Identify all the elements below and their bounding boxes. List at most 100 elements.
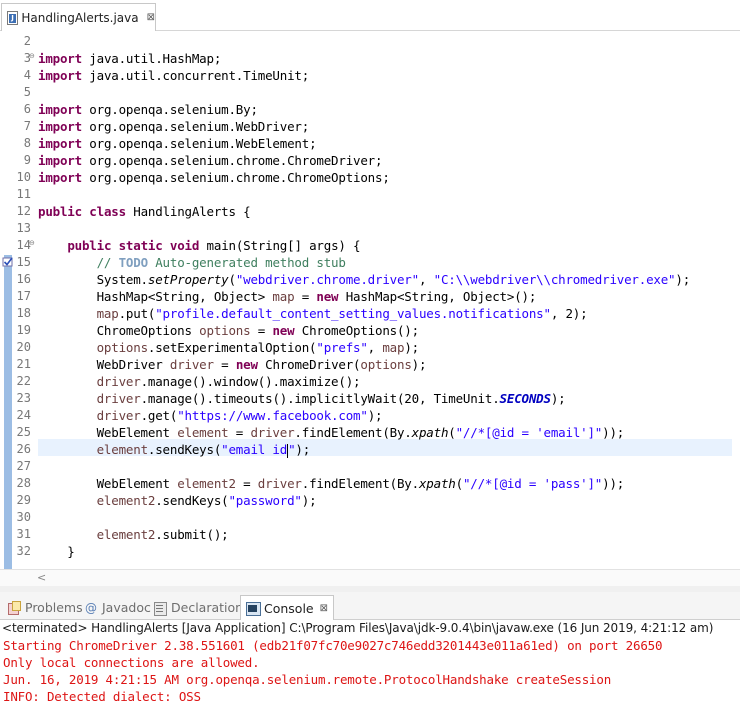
line-number: 15 — [16, 255, 31, 269]
code-line: driver.manage().timeouts().implicitlyWai… — [38, 390, 566, 407]
line-number: 32 — [16, 544, 31, 558]
code-token: import — [38, 153, 82, 168]
code-line: WebDriver driver = new ChromeDriver(opti… — [38, 356, 427, 373]
code-token: )); — [602, 476, 625, 491]
scroll-left-icon[interactable]: < — [37, 571, 46, 584]
line-number: 25 — [16, 425, 31, 439]
code-token: main(String[] args) { — [199, 238, 361, 253]
console-output[interactable]: <terminated> HandlingAlerts [Java Applic… — [0, 620, 740, 709]
code-token: org.openqa.selenium.WebElement; — [81, 136, 317, 151]
code-token: "//*[@id = 'pass']" — [462, 476, 603, 491]
horizontal-scrollbar[interactable]: < — [0, 569, 740, 586]
code-editor[interactable]: import java.util.HashMap; import java.uti… — [38, 31, 732, 569]
code-token: WebDriver — [38, 357, 170, 372]
console-line: Starting ChromeDriver 2.38.551601 (edb21… — [3, 638, 663, 653]
code-token: = — [228, 425, 251, 440]
code-token: "email id — [221, 442, 288, 457]
code-token: element — [177, 425, 229, 440]
code-token: import — [38, 51, 82, 66]
code-line: import org.openqa.selenium.WebElement; — [38, 135, 317, 152]
fold-icon[interactable]: ⊖ — [29, 48, 35, 65]
line-number: 18 — [16, 306, 31, 320]
code-line: import org.openqa.selenium.WebDriver; — [38, 118, 309, 135]
code-token: ); — [550, 391, 566, 406]
code-token: ChromeDriver( — [257, 357, 361, 372]
code-token: HashMap<String, Object>(); — [338, 289, 537, 304]
code-token: "prefs" — [316, 340, 368, 355]
tab-label: Problems — [25, 600, 83, 615]
code-token: import — [38, 68, 82, 83]
code-token: .sendKeys( — [155, 493, 229, 508]
code-token: org.openqa.selenium.By; — [81, 102, 258, 117]
code-token: .findElement(By. — [294, 425, 412, 440]
code-line: import java.util.HashMap; — [38, 50, 221, 67]
code-line: HashMap<String, Object> map = new HashMa… — [38, 288, 537, 305]
declaration-icon — [153, 601, 167, 616]
code-token: ); — [675, 272, 691, 287]
tab-javadoc[interactable]: @ Javadoc — [79, 595, 156, 620]
line-number: 19 — [16, 323, 31, 337]
ruler-marker — [4, 272, 12, 569]
code-token: class — [89, 204, 126, 219]
code-token: new — [272, 323, 295, 338]
code-token: ( — [448, 425, 456, 440]
code-line: element2.sendKeys("password"); — [38, 492, 317, 509]
code-line: } — [38, 543, 75, 560]
line-number: 27 — [16, 459, 31, 473]
code-line: import org.openqa.selenium.chrome.Chrome… — [38, 169, 390, 186]
code-token: element2 — [177, 476, 236, 491]
code-token: "//*[@id = 'email']" — [455, 425, 603, 440]
console-line: Jun. 16, 2019 4:21:15 AM org.openqa.sele… — [3, 672, 612, 687]
close-icon[interactable]: ⊠ — [147, 12, 155, 23]
code-line: driver.manage().window().maximize(); — [38, 373, 361, 390]
code-token: SECONDS — [499, 391, 551, 406]
java-file-icon: J — [7, 10, 18, 25]
code-line: public static void main(String[] args) { — [38, 237, 360, 254]
code-token: ); — [295, 442, 311, 457]
code-line: driver.get("https://www.facebook.com"); — [38, 407, 383, 424]
code-token: "password" — [228, 493, 302, 508]
tab-declaration[interactable]: Declaration — [148, 595, 248, 620]
code-token: setProperty — [147, 272, 229, 287]
tab-console[interactable]: Console ⊠ — [240, 595, 335, 620]
console-line: INFO: Detected dialect: OSS — [3, 689, 201, 704]
code-token: map — [382, 340, 405, 355]
line-number: 28 — [16, 476, 31, 490]
problems-icon — [7, 600, 21, 615]
code-token: options — [96, 340, 148, 355]
line-number: 9 — [23, 153, 31, 167]
code-token: options — [199, 323, 251, 338]
fold-icon[interactable]: ⊖ — [29, 235, 35, 252]
code-line: System.setProperty("webdriver.chrome.dri… — [38, 271, 691, 288]
code-token: .manage().window().maximize(); — [140, 374, 361, 389]
code-token: "profile.default_content_setting_values.… — [155, 306, 551, 321]
code-token: } — [38, 544, 75, 559]
tab-problems[interactable]: Problems — [2, 595, 88, 620]
code-token: HashMap<String, Object> — [38, 289, 273, 304]
code-token: .put( — [118, 306, 156, 321]
code-token: map — [272, 289, 295, 304]
code-line: element.sendKeys("email id"); — [38, 441, 310, 458]
code-token: map — [96, 306, 119, 321]
code-token: WebElement — [38, 425, 178, 440]
code-token: xpath — [418, 476, 456, 491]
panel-tab-bar: Problems @ Javadoc Declaration Console ⊠ — [0, 592, 740, 620]
code-token: org.openqa.selenium.chrome.ChromeOptions… — [81, 170, 390, 185]
editor-tab-handlingalerts[interactable]: J HandlingAlerts.java ⊠ — [1, 3, 156, 31]
code-token: org.openqa.selenium.chrome.ChromeDriver; — [81, 153, 383, 168]
line-number: 21 — [16, 357, 31, 371]
code-token: element — [96, 442, 148, 457]
code-token: import — [38, 170, 82, 185]
console-header: <terminated> HandlingAlerts [Java Applic… — [2, 621, 714, 635]
close-icon[interactable]: ⊠ — [320, 603, 328, 614]
code-token: import — [38, 136, 82, 151]
line-number: 10 — [16, 170, 31, 184]
code-line: import java.util.concurrent.TimeUnit; — [38, 67, 309, 84]
